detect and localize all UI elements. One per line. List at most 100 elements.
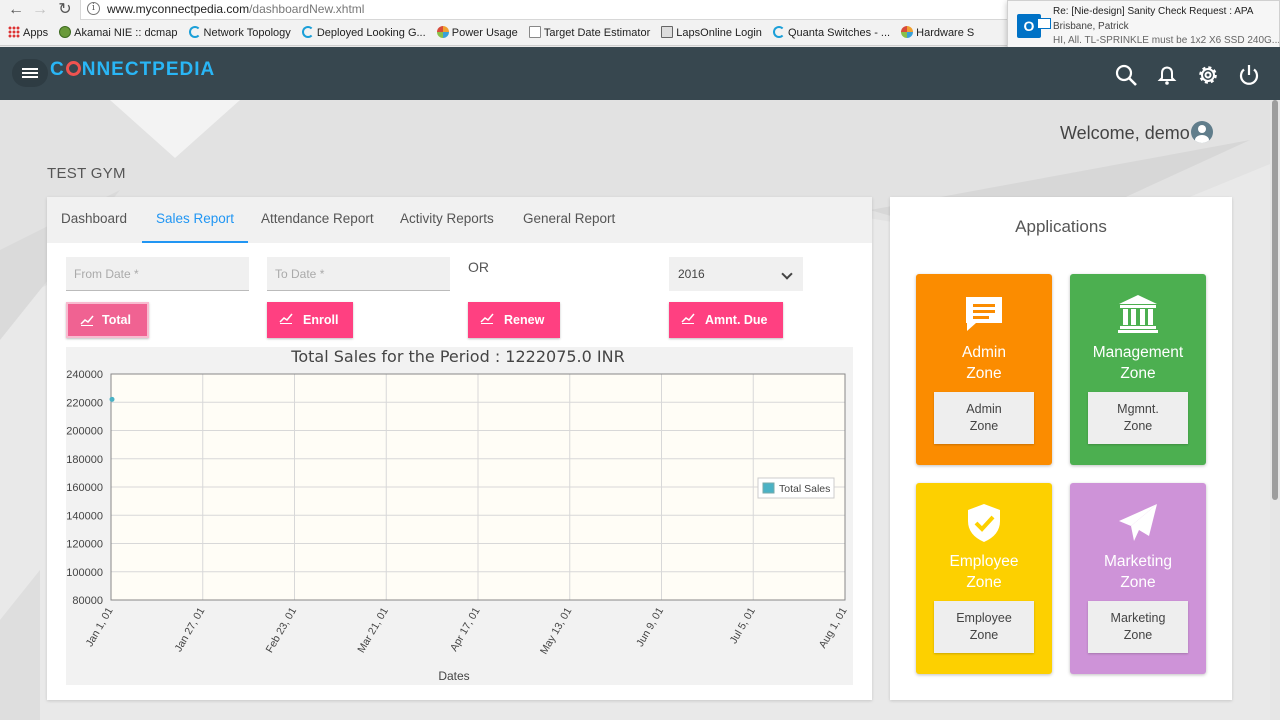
total-button[interactable]: Total — [66, 302, 149, 338]
forward-arrow-icon[interactable]: → — [30, 1, 50, 19]
y-tick-label: 180000 — [66, 454, 103, 466]
amount-due-button[interactable]: Amnt. Due — [669, 302, 783, 338]
x-tick-label: Aug 1, 01 — [817, 605, 850, 650]
x-tick-label: Jul 5, 01 — [728, 605, 758, 646]
enroll-button-label: Enroll — [303, 313, 339, 327]
menu-icon[interactable] — [12, 59, 48, 87]
year-value: 2016 — [678, 267, 705, 281]
bank-icon — [1118, 295, 1158, 333]
renew-button[interactable]: Renew — [468, 302, 560, 338]
bookmark-network-topology[interactable]: Network Topology — [188, 23, 291, 43]
app-header: C NNECTPEDIA — [0, 47, 1280, 100]
report-tabs: Dashboard Sales Report Attendance Report… — [47, 197, 872, 243]
y-tick-label: 120000 — [66, 539, 103, 551]
management-zone-tile[interactable]: Management Zone Mgmnt. Zone — [1070, 274, 1206, 465]
applications-panel: Applications Admin Zone Admin Zone Managem… — [890, 197, 1232, 700]
akamai-icon — [59, 26, 72, 38]
bookmark-label: Network Topology — [203, 27, 291, 39]
tab-sales-report[interactable]: Sales Report — [142, 197, 249, 243]
total-button-label: Total — [102, 313, 131, 327]
bookmark-deployed-looking-glass[interactable]: Deployed Looking G... — [301, 23, 426, 43]
admin-zone-tile[interactable]: Admin Zone Admin Zone — [916, 274, 1052, 465]
employee-zone-button[interactable]: Employee Zone — [934, 601, 1034, 653]
or-label: OR — [468, 259, 489, 275]
connectpedia-logo[interactable]: C NNECTPEDIA — [50, 59, 215, 81]
search-icon[interactable] — [1114, 63, 1138, 87]
logo-ring — [65, 61, 81, 76]
scrollbar-thumb[interactable] — [1272, 100, 1278, 500]
tab-activity-reports[interactable]: Activity Reports — [386, 197, 508, 243]
y-tick-label: 240000 — [66, 369, 103, 381]
bookmark-label: Power Usage — [451, 27, 518, 39]
image-icon — [661, 26, 674, 38]
bookmark-lapsonline[interactable]: LapsOnline Login — [661, 23, 762, 43]
admin-zone-button[interactable]: Admin Zone — [934, 392, 1034, 444]
x-tick-label: May 13, 01 — [538, 605, 574, 656]
bookmark-quanta[interactable]: Quanta Switches - ... — [772, 23, 891, 43]
reload-icon[interactable]: ↻ — [55, 1, 75, 19]
enroll-button[interactable]: Enroll — [267, 302, 353, 338]
marketing-zone-button[interactable]: Marketing Zone — [1088, 601, 1188, 653]
year-select[interactable]: 2016 — [669, 257, 803, 291]
bookmark-label: Target Date Estimator — [543, 27, 651, 39]
x-tick-label: Jan 27, 01 — [172, 605, 207, 654]
tab-general-report[interactable]: General Report — [509, 197, 629, 243]
y-tick-label: 200000 — [66, 426, 103, 438]
shield-check-icon — [968, 504, 1000, 542]
trending-up-icon — [80, 315, 94, 326]
arc-icon — [772, 26, 785, 38]
info-icon[interactable]: i — [87, 2, 100, 15]
data-point — [109, 396, 115, 402]
email-notification[interactable]: O Re: [Nie-design] Sanity Check Request … — [1007, 0, 1280, 54]
chevron-down-icon — [781, 268, 793, 280]
notification-preview: HI, All. TL-SPRINKLE must be 1x2 X6 SSD … — [1053, 35, 1280, 46]
apps-grid-icon — [8, 26, 20, 38]
bookmark-label: Quanta Switches - ... — [787, 27, 891, 39]
notification-subject: Re: [Nie-design] Sanity Check Request : … — [1053, 6, 1254, 17]
envelope-icon — [1037, 18, 1051, 29]
gear-icon[interactable] — [1196, 63, 1220, 87]
notification-sender: Brisbane, Patrick — [1053, 21, 1129, 32]
bookmark-target-date[interactable]: Target Date Estimator — [528, 23, 651, 43]
back-arrow-icon[interactable]: ← — [6, 1, 26, 19]
from-date-input[interactable]: From Date * — [66, 257, 249, 291]
report-card: Dashboard Sales Report Attendance Report… — [47, 197, 872, 700]
user-account-icon[interactable] — [1190, 121, 1213, 143]
sales-chart: Total Sales for the Period : 1222075.0 I… — [66, 347, 853, 685]
address-bar[interactable]: i www.myconnectpedia.com/dashboardNew.xh… — [80, 0, 1010, 20]
wheel-icon — [901, 26, 914, 38]
x-tick-label: Feb 23, 01 — [264, 605, 300, 655]
tab-dashboard[interactable]: Dashboard — [47, 197, 141, 243]
bell-icon[interactable] — [1155, 63, 1179, 87]
y-tick-label: 160000 — [66, 482, 103, 494]
to-date-input[interactable]: To Date * — [267, 257, 450, 291]
bookmark-apps[interactable]: Apps — [8, 23, 48, 43]
y-tick-label: 220000 — [66, 397, 103, 409]
bookmark-hardware[interactable]: Hardware S — [901, 23, 974, 43]
applications-title: Applications — [1015, 217, 1107, 236]
x-tick-label: Jun 9, 01 — [634, 605, 666, 649]
bookmark-label: Apps — [23, 27, 49, 39]
y-tick-label: 140000 — [66, 510, 103, 522]
renew-button-label: Renew — [504, 313, 545, 327]
bookmark-power-usage[interactable]: Power Usage — [436, 23, 518, 43]
x-tick-label: Mar 21, 01 — [355, 605, 391, 655]
bookmark-akamai[interactable]: Akamai NIE :: dcmap — [59, 23, 177, 43]
gym-name: TEST GYM — [47, 165, 126, 182]
employee-zone-tile[interactable]: Employee Zone Employee Zone — [916, 483, 1052, 674]
x-axis-label: Dates — [438, 669, 469, 683]
sales-chart-svg: Total Sales for the Period : 1222075.0 I… — [66, 347, 850, 683]
tab-attendance-report[interactable]: Attendance Report — [247, 197, 388, 243]
marketing-zone-tile[interactable]: Marketing Zone Marketing Zone — [1070, 483, 1206, 674]
doc-icon — [528, 26, 541, 38]
trending-up-icon — [681, 313, 695, 324]
admin-zone-title: Admin Zone — [962, 344, 1006, 382]
x-tick-label: Apr 17, 01 — [448, 605, 483, 653]
welcome-message: Welcome, demo — [1060, 121, 1213, 144]
management-zone-button[interactable]: Mgmnt. Zone — [1088, 392, 1188, 444]
power-icon[interactable] — [1237, 63, 1261, 87]
legend-swatch — [762, 482, 775, 494]
welcome-text: Welcome, demo — [1060, 123, 1190, 143]
outlook-icon: O — [1017, 14, 1051, 38]
page-scrollbar[interactable] — [1270, 100, 1280, 720]
